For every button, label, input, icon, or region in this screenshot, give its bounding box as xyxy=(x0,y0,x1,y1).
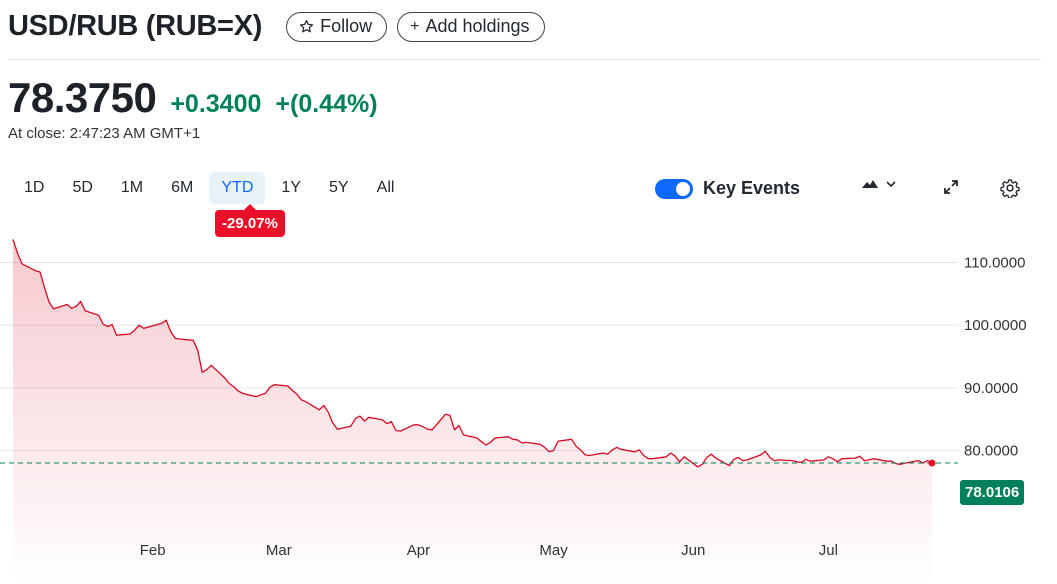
range-1y[interactable]: 1Y xyxy=(269,172,313,204)
add-holdings-label: Add holdings xyxy=(425,16,530,36)
mountain-chart-icon xyxy=(862,180,878,188)
gear-icon xyxy=(1000,179,1020,198)
star-outline-icon xyxy=(300,19,314,33)
range-all[interactable]: All xyxy=(365,172,407,204)
range-1d[interactable]: 1D xyxy=(12,172,56,204)
header-divider xyxy=(8,59,1041,60)
current-price-dot xyxy=(928,459,936,467)
add-holdings-button[interactable]: + Add holdings xyxy=(397,11,545,42)
last-price: 78.3750 xyxy=(8,74,157,121)
y-tick-label: 80.0000 xyxy=(964,443,1018,460)
follow-label: Follow xyxy=(320,16,373,36)
page-title: USD/RUB (RUB=X) xyxy=(8,10,263,42)
range-5d[interactable]: 5D xyxy=(60,172,104,204)
x-tick-label: Jun xyxy=(681,542,705,559)
chevron-down-icon xyxy=(886,181,896,188)
x-tick-label: May xyxy=(539,542,568,559)
y-tick-label: 110.0000 xyxy=(964,255,1025,272)
x-tick-label: Jul xyxy=(819,542,838,559)
toggle-knob xyxy=(676,181,690,196)
range-1m[interactable]: 1M xyxy=(109,172,155,204)
price-area xyxy=(13,239,932,584)
range-ytd[interactable]: YTD xyxy=(209,172,266,204)
range-5y[interactable]: 5Y xyxy=(317,172,361,204)
y-tick-label: 100.0000 xyxy=(964,317,1027,334)
settings-button[interactable] xyxy=(1000,178,1020,198)
price-chart[interactable]: 110.0000 100.0000 90.0000 80.0000 Feb Mar Apr… xyxy=(0,230,1057,584)
follow-button[interactable]: Follow xyxy=(286,11,388,42)
key-events-label: Key Events xyxy=(703,178,801,198)
expand-icon xyxy=(944,180,958,194)
price-change-percent: +(0.44%) xyxy=(275,90,378,118)
header: USD/RUB (RUB=X) Follow + Add holdings xyxy=(8,10,545,43)
quote-row: 78.3750 +0.3400 +(0.44%) xyxy=(8,74,378,122)
y-tick-label: 90.0000 xyxy=(964,380,1018,397)
y-axis: 110.0000 100.0000 90.0000 80.0000 xyxy=(964,255,1027,460)
expand-button[interactable] xyxy=(942,178,960,196)
chart-type-menu[interactable] xyxy=(861,178,897,190)
current-price-label: 78.0106 xyxy=(960,480,1025,505)
range-6m[interactable]: 6M xyxy=(159,172,205,204)
range-selector: 1D 5D 1M 6M YTD 1Y 5Y All xyxy=(12,172,411,204)
key-events-toggle[interactable]: Key Events xyxy=(655,178,800,199)
x-tick-label: Feb xyxy=(140,542,166,559)
plus-icon: + xyxy=(410,17,420,35)
x-tick-label: Apr xyxy=(407,542,430,559)
market-close-time: At close: 2:47:23 AM GMT+1 xyxy=(8,125,201,142)
toggle-switch[interactable] xyxy=(655,178,693,199)
price-change: +0.3400 xyxy=(170,90,262,118)
x-tick-label: Mar xyxy=(266,542,292,559)
